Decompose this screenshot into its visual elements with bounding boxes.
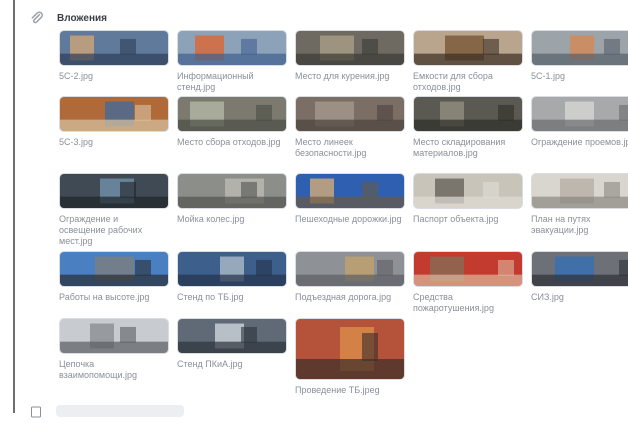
attachment-thumbnail[interactable] [59,30,169,66]
paperclip-icon [30,11,44,25]
attachment-thumbnail[interactable] [59,96,169,132]
attachment-thumbnail[interactable] [177,173,287,209]
attachment-tile[interactable]: Стенд по ТБ.jpg [177,251,287,303]
attachment-tile[interactable]: Ограждение и освещение рабочих мест.jpg [59,173,169,247]
attachment-filename: Место складирования материалов.jpg [413,137,506,158]
attachment-tile[interactable]: 5С-3.jpg [59,96,169,148]
attachment-tile[interactable]: Мойка колес.jpg [177,173,287,225]
attachment-tile[interactable]: Средства пожаротушения.jpg [413,251,523,314]
attachment-thumbnail[interactable] [413,96,523,132]
attachment-thumbnail[interactable] [531,30,628,66]
attachment-filename: 5С-3.jpg [59,137,94,147]
attachment-filename: Проведение ТБ.jpeg [295,385,380,395]
bottom-field[interactable] [56,405,184,417]
attachment-thumbnail[interactable] [295,251,405,287]
attachment-filename: Ограждение и освещение рабочих мест.jpg [59,214,143,246]
attachment-filename: СИЗ.jpg [531,292,564,302]
attachment-filename: Средства пожаротушения.jpg [413,292,494,313]
attachment-thumbnail[interactable] [531,96,628,132]
attachment-thumbnail[interactable] [413,251,523,287]
attachment-thumbnail[interactable] [177,96,287,132]
attachment-tile[interactable]: Место для курения.jpg [295,30,405,82]
attachment-filename: Мойка колес.jpg [177,214,245,224]
attachment-tile[interactable]: Место линеек безопасности.jpg [295,96,405,159]
attachment-thumbnail[interactable] [295,96,405,132]
attachment-thumbnail[interactable] [531,251,628,287]
attachment-filename: Информационный стенд.jpg [177,71,254,92]
attachment-thumbnail[interactable] [295,173,405,209]
attachment-thumbnail[interactable] [59,318,169,354]
attachment-thumbnail[interactable] [177,251,287,287]
attachment-tile[interactable]: Место складирования материалов.jpg [413,96,523,159]
attachment-filename: Пешеходные дорожки.jpg [295,214,402,224]
attachments-header: Вложения [30,10,107,26]
attachment-filename: Место линеек безопасности.jpg [295,137,367,158]
attachment-tile[interactable]: Место сбора отходов.jpg [177,96,287,148]
attachment-filename: Место сбора отходов.jpg [177,137,281,147]
attachment-filename: Ограждение проемов.jpg [531,137,628,147]
attachment-tile[interactable]: Паспорт объекта.jpg [413,173,523,225]
attachment-thumbnail[interactable] [413,173,523,209]
attachment-filename: Подъездная дорога.jpg [295,292,392,302]
attachment-filename: Стенд по ТБ.jpg [177,292,244,302]
attachment-filename: Паспорт объекта.jpg [413,214,499,224]
attachment-filename: Место для курения.jpg [295,71,390,81]
attachment-thumbnail[interactable] [177,318,287,354]
attachment-tile[interactable]: Стенд ПКиА.jpg [177,318,287,370]
attachment-filename: Стенд ПКиА.jpg [177,359,243,369]
attachment-tile[interactable]: Проведение ТБ.jpeg [295,318,405,396]
document-icon [30,405,42,418]
attachment-tile[interactable]: Подъездная дорога.jpg [295,251,405,303]
attachment-thumbnail[interactable] [295,318,405,380]
attachment-tile[interactable]: Цепочка взаимопомощи.jpg [59,318,169,381]
attachment-tile[interactable]: СИЗ.jpg [531,251,628,303]
attachment-filename: Работы на высоте.jpg [59,292,150,302]
attachment-thumbnail[interactable] [177,30,287,66]
left-divider [13,0,15,413]
attachment-tile[interactable]: 5С-2.jpg [59,30,169,82]
bottom-bar [30,404,184,418]
attachment-filename: Цепочка взаимопомощи.jpg [59,359,138,380]
attachment-tile[interactable]: Ограждение проемов.jpg [531,96,628,148]
attachment-filename: Емкости для сбора отходов.jpg [413,71,493,92]
attachment-thumbnail[interactable] [59,173,169,209]
attachment-tile[interactable]: 5С-1.jpg [531,30,628,82]
attachment-thumbnail[interactable] [413,30,523,66]
attachment-tile[interactable]: Работы на высоте.jpg [59,251,169,303]
attachment-tile[interactable]: Емкости для сбора отходов.jpg [413,30,523,93]
section-title: Вложения [57,12,107,24]
attachment-thumbnail[interactable] [531,173,628,209]
attachment-tile[interactable]: План на путях эвакуации.jpg [531,173,628,236]
attachment-filename: План на путях эвакуации.jpg [531,214,591,235]
attachment-filename: 5С-1.jpg [531,71,566,81]
attachment-filename: 5С-2.jpg [59,71,94,81]
attachment-thumbnail[interactable] [295,30,405,66]
attachment-tile[interactable]: Информационный стенд.jpg [177,30,287,93]
attachment-tile[interactable]: Пешеходные дорожки.jpg [295,173,405,225]
attachment-thumbnail[interactable] [59,251,169,287]
